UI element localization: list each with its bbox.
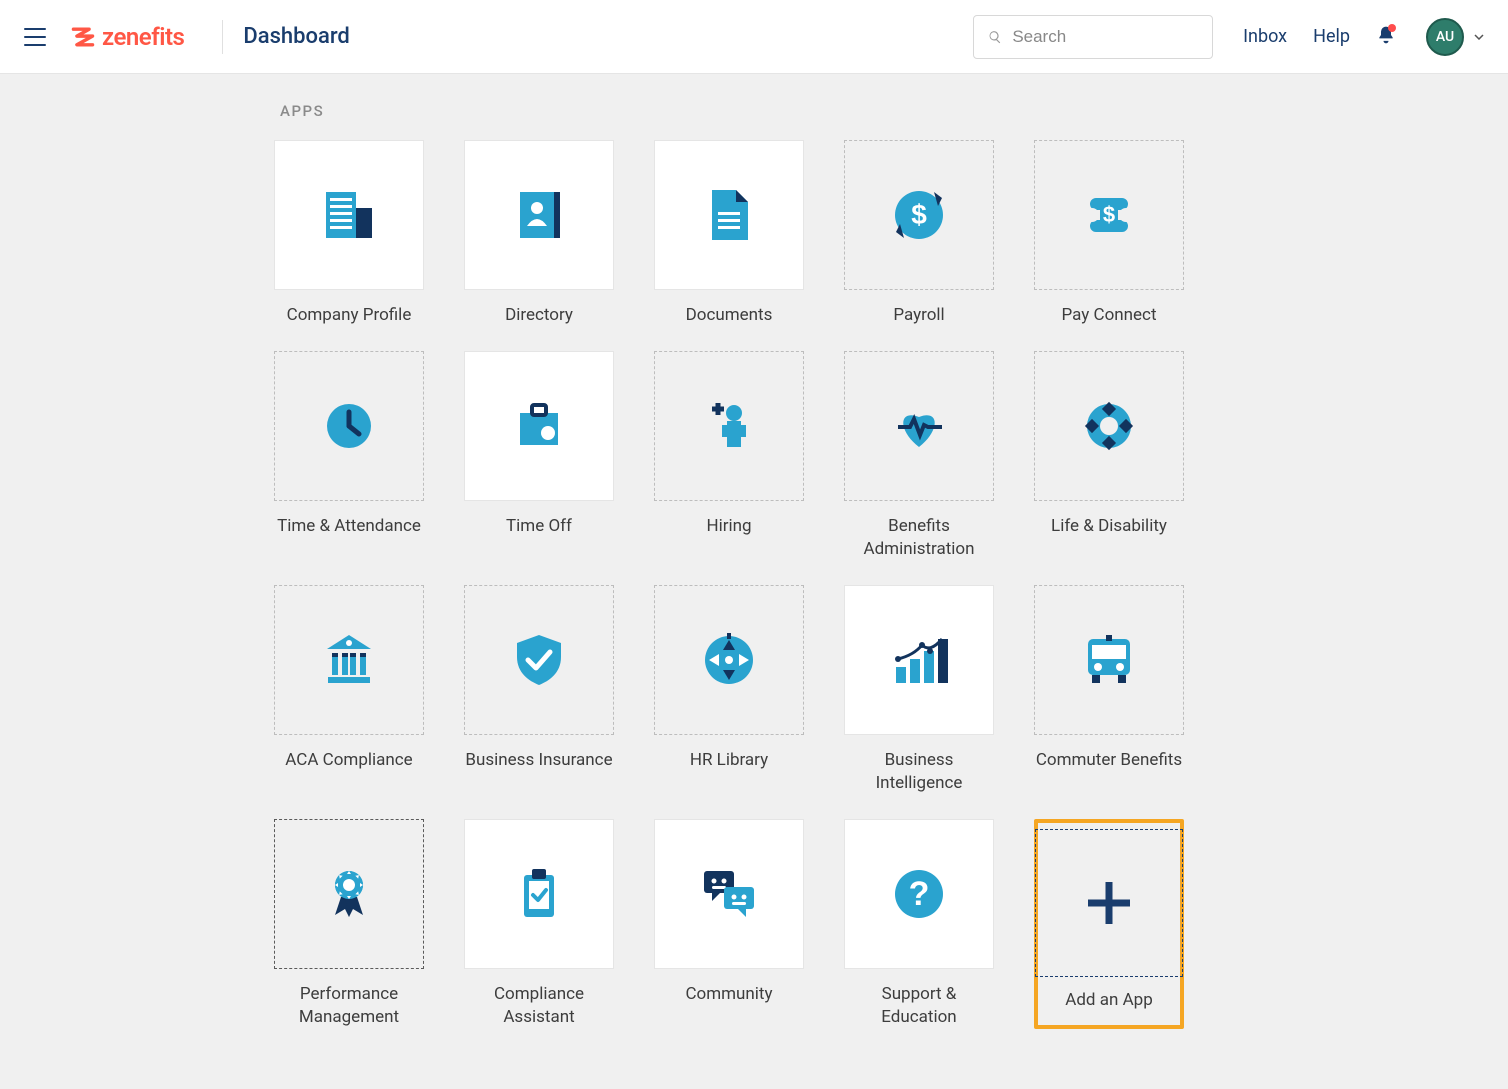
header-divider (222, 20, 223, 54)
community-icon (694, 859, 764, 929)
header: zenefits Dashboard Inbox Help AU (0, 0, 1508, 74)
app-tile[interactable] (464, 819, 614, 969)
hiring-icon (694, 391, 764, 461)
app-aca-compliance[interactable]: ACA Compliance (274, 585, 424, 795)
app-benefits-administration[interactable]: Benefits Administration (844, 351, 994, 561)
app-business-insurance[interactable]: Business Insurance (464, 585, 614, 795)
app-add-an-app[interactable]: Add an App (1034, 819, 1184, 1029)
app-pay-connect[interactable]: Pay Connect (1034, 140, 1184, 327)
app-label: Pay Connect (1061, 304, 1156, 327)
search-input[interactable] (1012, 27, 1198, 47)
app-tile[interactable] (464, 140, 614, 290)
brand-logo[interactable]: zenefits (70, 23, 184, 51)
documents-icon (694, 180, 764, 250)
app-compliance-assistant[interactable]: Compliance Assistant (464, 819, 614, 1029)
compliance-assistant-icon (504, 859, 574, 929)
app-directory[interactable]: Directory (464, 140, 614, 327)
app-tile[interactable] (274, 585, 424, 735)
app-tile[interactable] (654, 819, 804, 969)
app-label: ACA Compliance (285, 749, 412, 772)
app-tile[interactable] (464, 351, 614, 501)
business-intelligence-icon (884, 625, 954, 695)
app-label: Community (685, 983, 772, 1006)
life-disability-icon (1074, 391, 1144, 461)
app-label: Compliance Assistant (464, 983, 614, 1029)
app-label: Time Off (506, 515, 572, 538)
app-tile[interactable] (844, 140, 994, 290)
app-label: Business Intelligence (844, 749, 994, 795)
app-life-disability[interactable]: Life & Disability (1034, 351, 1184, 561)
app-label: Life & Disability (1051, 515, 1167, 538)
app-hiring[interactable]: Hiring (654, 351, 804, 561)
app-tile[interactable] (1035, 829, 1183, 977)
search-icon (988, 29, 1002, 45)
app-support-education[interactable]: Support & Education (844, 819, 994, 1029)
user-avatar[interactable]: AU (1426, 18, 1464, 56)
section-label: APPS (280, 102, 1234, 120)
app-label: Payroll (893, 304, 944, 327)
business-insurance-icon (504, 625, 574, 695)
app-tile[interactable] (464, 585, 614, 735)
app-time-off[interactable]: Time Off (464, 351, 614, 561)
app-tile[interactable] (1034, 585, 1184, 735)
app-payroll[interactable]: Payroll (844, 140, 994, 327)
app-commuter-benefits[interactable]: Commuter Benefits (1034, 585, 1184, 795)
app-tile[interactable] (1034, 351, 1184, 501)
search-box[interactable] (973, 15, 1213, 59)
inbox-link[interactable]: Inbox (1243, 26, 1287, 47)
notifications-button[interactable] (1376, 24, 1396, 50)
app-label: Commuter Benefits (1036, 749, 1182, 772)
app-label: Add an App (1065, 989, 1153, 1012)
app-label: Performance Management (274, 983, 424, 1029)
help-link[interactable]: Help (1313, 26, 1350, 47)
app-business-intelligence[interactable]: Business Intelligence (844, 585, 994, 795)
performance-mgmt-icon (314, 859, 384, 929)
time-off-icon (504, 391, 574, 461)
app-label: Benefits Administration (844, 515, 994, 561)
app-tile[interactable] (654, 351, 804, 501)
page-title: Dashboard (243, 24, 349, 49)
app-tile[interactable] (1034, 140, 1184, 290)
brand-name: zenefits (102, 23, 184, 51)
app-tile[interactable] (274, 819, 424, 969)
company-profile-icon (314, 180, 384, 250)
app-label: Company Profile (287, 304, 412, 327)
app-documents[interactable]: Documents (654, 140, 804, 327)
app-company-profile[interactable]: Company Profile (274, 140, 424, 327)
payroll-icon (884, 180, 954, 250)
pay-connect-icon (1074, 180, 1144, 250)
chevron-down-icon[interactable] (1474, 34, 1484, 40)
time-attendance-icon (314, 391, 384, 461)
app-tile[interactable] (844, 819, 994, 969)
directory-icon (504, 180, 574, 250)
app-tile[interactable] (844, 351, 994, 501)
logo-mark-icon (70, 24, 96, 50)
app-community[interactable]: Community (654, 819, 804, 1029)
hamburger-menu-icon[interactable] (24, 28, 46, 46)
aca-compliance-icon (314, 625, 384, 695)
app-tile[interactable] (274, 140, 424, 290)
hr-library-icon (694, 625, 764, 695)
commuter-benefits-icon (1074, 625, 1144, 695)
app-hr-library[interactable]: HR Library (654, 585, 804, 795)
app-label: Time & Attendance (277, 515, 421, 538)
app-tile[interactable] (274, 351, 424, 501)
app-tile[interactable] (654, 585, 804, 735)
add-app-icon (1074, 868, 1144, 938)
app-label: Hiring (706, 515, 751, 538)
app-tile[interactable] (844, 585, 994, 735)
support-education-icon (884, 859, 954, 929)
app-tile[interactable] (654, 140, 804, 290)
notification-dot-icon (1388, 24, 1396, 32)
apps-grid: Company Profile Directory Documents Payroll… (274, 140, 1234, 1029)
app-time-attendance[interactable]: Time & Attendance (274, 351, 424, 561)
content: APPS Company Profile Directory Documents Pa… (0, 74, 1508, 1089)
benefits-admin-icon (884, 391, 954, 461)
app-performance-management[interactable]: Performance Management (274, 819, 424, 1029)
app-label: HR Library (690, 749, 768, 772)
app-label: Support & Education (844, 983, 994, 1029)
app-label: Directory (505, 304, 573, 327)
app-label: Business Insurance (465, 749, 612, 772)
app-label: Documents (686, 304, 773, 327)
